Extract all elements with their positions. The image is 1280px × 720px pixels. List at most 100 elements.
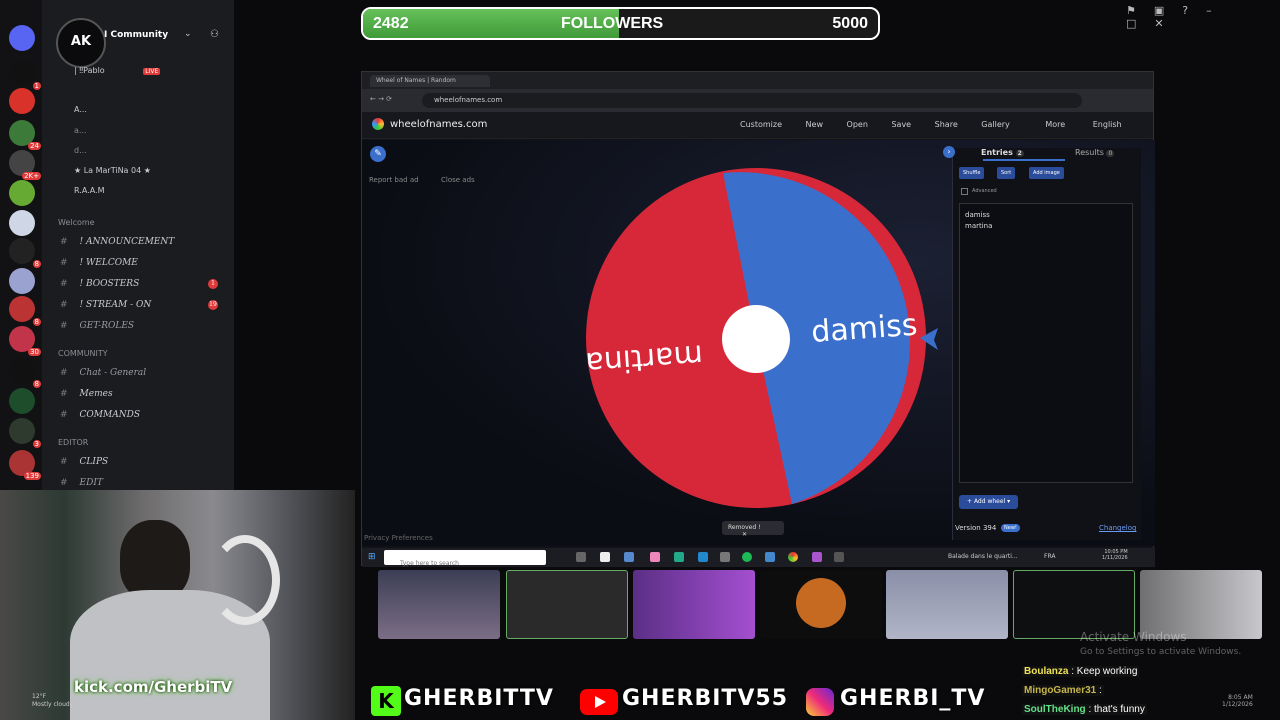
changelog-link[interactable]: Changelog [1099,524,1136,532]
app-icon[interactable] [698,552,708,562]
server-icon[interactable]: 2K+ [9,150,41,180]
server-icon[interactable] [9,388,35,414]
server-icon[interactable]: 8 [9,358,41,388]
server-icon[interactable]: 1 [9,60,41,90]
privacy-link[interactable]: Privacy Preferences [364,534,433,542]
voice-user[interactable]: | ‼Pablo LIVE [74,66,161,75]
server-name[interactable]: I Community [104,30,168,40]
wheel[interactable]: damiss martina [580,168,940,513]
channel-item[interactable]: # CLIPS [60,457,108,467]
taskview-icon[interactable] [576,552,586,562]
tab-results[interactable]: Results 0 [1075,148,1115,157]
channel-item[interactable]: # Chat - General [60,368,146,378]
server-icon[interactable] [9,88,35,114]
channel-item[interactable]: #! BOOSTERS 1 [60,279,230,289]
taskbar-news[interactable]: Balade dans le quarti... [948,553,1018,560]
channel-item[interactable]: # Memes [60,389,113,399]
wheel-center[interactable] [722,305,790,373]
voice-user[interactable]: d... [74,146,87,155]
weather-widget[interactable]: 12°F Mostly cloudy [2,693,73,709]
instagram-handle: GHERBI_TV [840,686,986,711]
guest-cam[interactable] [378,570,500,639]
add-member-icon[interactable]: ⚇ [210,29,219,40]
channel-item[interactable]: #! ANNOUNCEMENT [60,237,174,247]
server-icon[interactable] [9,268,35,294]
windows-start-icon[interactable]: ⊞ [368,552,376,562]
nav-new[interactable]: New [806,120,823,129]
channel-item[interactable]: # GET-ROLES [60,321,134,331]
app-icon[interactable] [812,552,822,562]
avatar [796,578,846,628]
nav-more[interactable]: More [1045,120,1065,129]
chevron-down-icon[interactable]: ⌄ [184,29,192,39]
server-icon[interactable] [9,210,35,236]
url-input[interactable]: wheelofnames.com [422,93,1082,108]
category-editor[interactable]: EDITOR [58,438,88,447]
back-icon[interactable]: ← → ⟳ [370,95,392,103]
server-icon[interactable]: 8 [9,238,41,268]
collapse-panel-icon[interactable]: › [943,146,955,158]
youtube-logo-icon [580,689,618,715]
site-name[interactable]: wheelofnames.com [390,119,487,130]
nav-open[interactable]: Open [847,120,868,129]
channel-item[interactable]: #! WELCOME [60,258,138,268]
close-icon[interactable]: ✕ [742,531,747,538]
folder-icon[interactable] [650,552,660,562]
advanced-checkbox[interactable] [961,188,968,195]
nav-gallery[interactable]: Gallery [981,120,1010,129]
nav-customize[interactable]: Customize [740,120,782,129]
nav-language[interactable]: English [1093,120,1122,129]
spotify-icon[interactable] [742,552,752,562]
voice-user[interactable]: A... [74,105,87,114]
add-image-button[interactable]: Add image [1029,167,1064,179]
close-ads-link[interactable]: Close ads [441,176,475,184]
chrome-icon[interactable] [788,552,798,562]
voice-user[interactable]: ★ La MarTiNa 04 ★ [74,166,151,175]
discord-home-icon[interactable] [9,25,35,51]
taskbar-search-input[interactable] [400,560,540,567]
report-ad-link[interactable]: Report bad ad [369,176,419,184]
sort-button[interactable]: Sort [997,167,1016,179]
guest-cam[interactable] [1140,570,1262,639]
server-icon[interactable]: 8 [9,296,41,326]
taskbar-clock[interactable]: 10:05 PM 1/11/2026 [1102,549,1128,561]
server-icon[interactable]: 24 [9,120,41,150]
app-icon[interactable] [624,552,634,562]
entries-textarea[interactable]: damiss martina [959,203,1133,483]
edge-icon[interactable] [674,552,684,562]
server-icon[interactable]: 30 [9,326,41,356]
channel-item[interactable]: # COMMANDS [60,410,140,420]
voice-user[interactable]: a... [74,126,87,135]
address-bar: ← → ⟳ wheelofnames.com [362,89,1153,112]
tab-entries[interactable]: Entries 2 [981,148,1024,157]
shuffle-button[interactable]: Shuffle [959,167,985,179]
guest-cam[interactable] [760,570,882,639]
guest-cam[interactable] [633,570,755,639]
category-welcome[interactable]: Welcome [58,218,95,227]
server-logo: AK [56,18,106,68]
taskbar-language[interactable]: FRA [1044,553,1055,560]
site-nav-menu[interactable]: Customize New Open Save Share Gallery Mo… [740,120,1122,129]
voice-user[interactable]: R.A.A.M [74,186,104,195]
app-icon[interactable] [765,552,775,562]
category-community[interactable]: COMMUNITY [58,349,108,358]
channel-item[interactable]: #! STREAM - ON 19 [60,300,230,310]
app-icon[interactable] [834,552,844,562]
server-icon[interactable]: 139 [9,450,41,480]
app-icon[interactable] [600,552,610,562]
guest-cam[interactable] [506,570,628,639]
guest-cam[interactable] [1013,570,1135,639]
browser-tab[interactable]: Wheel of Names | Random [370,75,490,87]
server-icon[interactable] [9,180,35,206]
taskbar-search[interactable] [384,550,546,567]
app-icon[interactable] [720,552,730,562]
nav-share[interactable]: Share [935,120,958,129]
edit-icon[interactable]: ✎ [370,146,386,162]
wheel-label-damiss: damiss [810,308,918,350]
nav-save[interactable]: Save [891,120,911,129]
guest-cam[interactable] [886,570,1008,639]
add-wheel-button[interactable]: + Add wheel ▾ [959,495,1019,509]
window-controls[interactable]: ⚑▣?–□✕ [1126,4,1280,30]
channel-item[interactable]: # EDIT [60,478,103,488]
server-icon[interactable]: 3 [9,418,41,448]
